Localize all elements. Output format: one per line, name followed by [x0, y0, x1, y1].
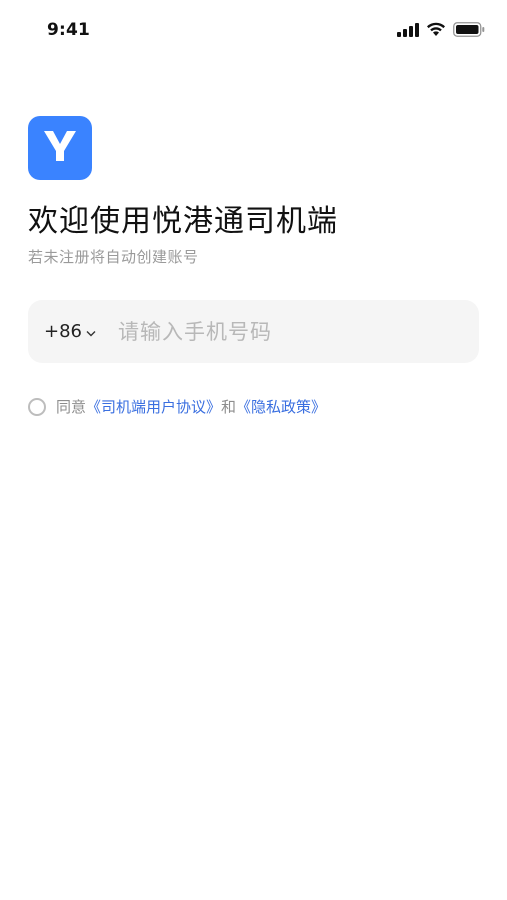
status-icons [397, 22, 485, 37]
privacy-policy-link[interactable]: 《隐私政策》 [236, 396, 326, 417]
user-agreement-link[interactable]: 《司机端用户协议》 [86, 396, 221, 417]
app-logo [28, 116, 92, 180]
agreement-prefix: 同意 [56, 398, 87, 416]
agreement-checkbox[interactable] [28, 397, 46, 416]
cellular-signal-icon [397, 22, 419, 37]
battery-icon [453, 22, 485, 37]
app-logo-y-icon [40, 127, 80, 169]
country-code-label: +86 [44, 321, 82, 342]
phone-input-group: +86 [28, 300, 479, 363]
phone-number-input[interactable] [116, 310, 479, 353]
page-subtitle: 若未注册将自动创建账号 [28, 248, 199, 266]
agreement-conjunction: 和 [221, 398, 237, 416]
status-bar: 9:41 [0, 0, 507, 62]
status-time: 9:41 [47, 20, 91, 40]
page-title: 欢迎使用悦港通司机端 [28, 204, 338, 239]
country-code-selector[interactable]: +86 [44, 321, 96, 342]
chevron-down-icon [86, 321, 96, 342]
agreement-row: 同意 《司机端用户协议》 和 《隐私政策》 [28, 396, 326, 417]
wifi-icon [426, 22, 446, 37]
